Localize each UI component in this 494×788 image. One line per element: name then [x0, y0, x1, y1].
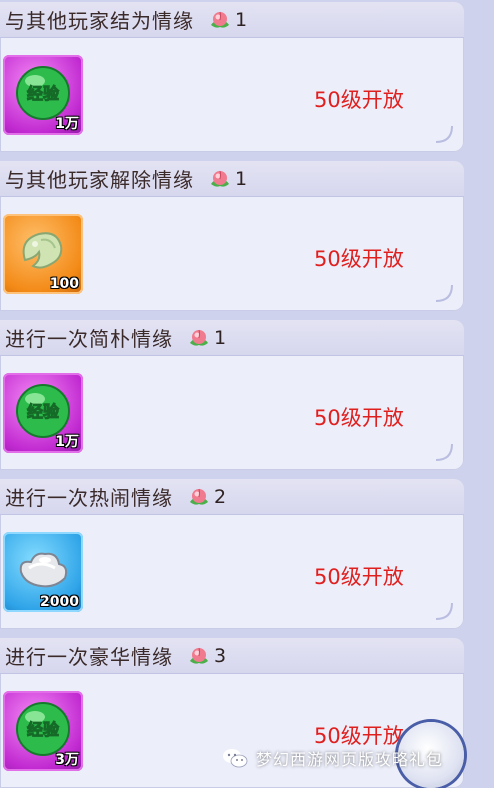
reward-item-slot[interactable]: 经验 3万 [3, 691, 83, 771]
jade-pendant-icon [22, 232, 63, 269]
task-card: 进行一次简朴情缘 1 经验 1万 50级开放 [0, 320, 464, 470]
reward-count: 1 [235, 167, 248, 190]
peach-icon [190, 647, 208, 664]
task-card: 与其他玩家结为情缘 1 经验 1万 50级开放 [0, 2, 464, 152]
reward-count: 2 [214, 485, 227, 508]
reward-item-slot[interactable]: 经验 1万 [3, 373, 83, 453]
task-body: 100 50级开放 [0, 197, 464, 311]
task-title: 进行一次热闹情缘 [5, 486, 173, 510]
unlock-status: 50级开放 [314, 247, 404, 271]
reward: 3 [187, 644, 226, 668]
task-header: 进行一次简朴情缘 1 [0, 320, 464, 356]
task-card: 进行一次热闹情缘 2 2000 50级开放 [0, 479, 464, 629]
reward-item-slot[interactable]: 100 [3, 214, 83, 294]
peach-icon [211, 170, 229, 187]
task-title: 进行一次简朴情缘 [5, 327, 173, 351]
corner-ornament-icon [435, 443, 453, 461]
item-quantity: 1万 [55, 116, 79, 132]
unlock-status: 50级开放 [314, 406, 404, 430]
corner-ornament-icon [435, 602, 453, 620]
exp-orb-label: 经验 [27, 84, 60, 103]
reward-item-slot[interactable]: 2000 [3, 532, 83, 612]
silver-ingot-icon [19, 552, 68, 588]
exp-orb-label: 经验 [27, 720, 60, 739]
task-card: 与其他玩家解除情缘 1 100 50级开放 [0, 161, 464, 311]
reward: 1 [208, 167, 247, 191]
task-title: 与其他玩家结为情缘 [5, 9, 194, 33]
task-header: 与其他玩家解除情缘 1 [0, 161, 464, 197]
exp-orb-label: 经验 [27, 402, 60, 421]
task-body: 经验 1万 50级开放 [0, 38, 464, 152]
reward: 1 [187, 326, 226, 350]
item-quantity: 3万 [55, 752, 79, 768]
task-body: 2000 50级开放 [0, 515, 464, 629]
corner-ornament-icon [435, 125, 453, 143]
unlock-status: 50级开放 [314, 88, 404, 112]
task-title: 与其他玩家解除情缘 [5, 168, 194, 192]
task-header: 与其他玩家结为情缘 1 [0, 2, 464, 38]
item-quantity: 100 [49, 276, 79, 292]
peach-icon [190, 329, 208, 346]
task-list: 与其他玩家结为情缘 1 经验 1万 50级开放 与其他玩家解除情缘 1 100 … [0, 0, 494, 788]
wechat-icon [223, 749, 248, 768]
task-header: 进行一次豪华情缘 3 [0, 638, 464, 674]
peach-icon [211, 11, 229, 28]
item-quantity: 2000 [40, 594, 79, 610]
reward-count: 1 [214, 326, 227, 349]
unlock-status: 50级开放 [314, 565, 404, 589]
reward-count: 3 [214, 644, 227, 667]
watermark: 梦幻西游网页版攻略礼包 [222, 745, 443, 771]
watermark-text: 梦幻西游网页版攻略礼包 [256, 750, 444, 769]
item-quantity: 1万 [55, 434, 79, 450]
reward: 2 [187, 485, 226, 509]
reward-count: 1 [235, 8, 248, 31]
reward-item-slot[interactable]: 经验 1万 [3, 55, 83, 135]
reward: 1 [208, 8, 247, 32]
task-header: 进行一次热闹情缘 2 [0, 479, 464, 515]
task-title: 进行一次豪华情缘 [5, 645, 173, 669]
task-body: 经验 1万 50级开放 [0, 356, 464, 470]
corner-ornament-icon [435, 284, 453, 302]
peach-icon [190, 488, 208, 505]
